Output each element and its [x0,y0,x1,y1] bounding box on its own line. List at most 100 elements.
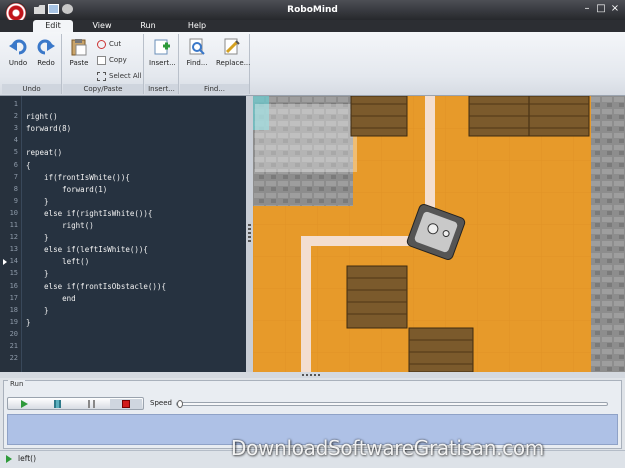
code-line[interactable]: forward(8) [26,124,71,133]
crate [408,327,474,372]
code-line[interactable]: else if(leftIsWhite()){ [26,245,148,254]
close-button[interactable]: × [609,3,621,15]
ribbon-tab-bar: Edit View Run Help [0,20,625,32]
code-line[interactable]: forward(1) [26,185,107,194]
find-icon [189,38,205,55]
speed-slider[interactable] [176,400,608,408]
step-button[interactable] [42,399,74,409]
code-line[interactable]: right() [26,112,58,121]
tab-edit[interactable]: Edit [33,20,73,32]
crate [346,265,408,329]
tab-help[interactable]: Help [177,20,217,32]
horizontal-splitter[interactable] [0,372,625,378]
group-label-insert: Insert... [145,84,178,94]
code-line[interactable]: repeat() [26,148,62,157]
code-line[interactable]: } [26,269,49,278]
pause-icon [88,400,95,408]
group-find: Find... Replace... Find... [180,34,250,94]
line-number: 7 [13,172,18,181]
redo-button[interactable]: Redo [33,36,59,74]
window-title: RoboMind [287,5,338,15]
splitter-grip [248,224,251,242]
code-line[interactable]: end [26,294,76,303]
code-line[interactable]: } [26,197,49,206]
code-line[interactable]: left() [26,257,89,266]
group-label-copy-paste: Copy/Paste [63,84,143,94]
select-all-button[interactable]: Select All [97,70,142,82]
code-line[interactable]: } [26,318,31,327]
line-number: 12 [9,233,18,242]
code-line[interactable]: } [26,233,49,242]
stone-wall-right [591,96,625,372]
select-all-label: Select All [109,72,142,80]
insert-button[interactable]: Insert... [149,36,176,74]
speed-slider-thumb[interactable] [177,400,183,408]
copy-label: Copy [109,56,127,64]
code-line[interactable]: if(frontIsWhite()){ [26,173,130,182]
find-label: Find... [186,59,208,67]
line-number: 22 [9,354,18,363]
speed-label: Speed [150,399,172,407]
line-number: 9 [13,196,18,205]
line-number: 13 [9,245,18,254]
group-insert: Insert... Insert... [145,34,179,94]
replace-button[interactable]: Replace... [216,36,250,74]
line-number: 10 [9,208,18,217]
line-number: 6 [13,160,18,169]
ribbon: Undo Redo Undo Paste Cut Copy Select All… [0,32,625,96]
undo-button[interactable]: Undo [5,36,31,74]
group-label-undo: Undo [2,84,61,94]
minimize-button[interactable]: – [581,3,593,15]
code-line[interactable]: else if(frontIsObstacle()){ [26,282,166,291]
group-undo: Undo Redo Undo [2,34,62,94]
step-icon [54,400,61,408]
code-line[interactable]: right() [26,221,94,230]
vertical-splitter[interactable] [246,96,253,372]
line-number: 4 [13,136,18,145]
code-editor[interactable]: 1 2 3 4 5 6 7 8 9 10 11 12 13 14 15 16 17 18 19 20 21 22 righ… [0,96,246,372]
code-line[interactable]: else if(rightIsWhite()){ [26,209,152,218]
insert-label: Insert... [149,59,176,67]
tab-view[interactable]: View [82,20,122,32]
cut-label: Cut [109,40,122,48]
run-panel-title: Run [8,380,26,388]
stop-icon [122,400,130,408]
title-bar: RoboMind – □ × [0,0,625,24]
current-line-marker [3,259,7,265]
copy-button[interactable]: Copy [97,54,127,66]
robot-map-view[interactable] [253,96,625,372]
map-canvas [253,96,625,372]
stop-button[interactable] [110,399,142,409]
pause-button[interactable] [76,399,108,409]
code-line[interactable]: { [26,161,31,170]
watermark: DownloadSoftwareGratisan.com [231,436,544,460]
line-number: 19 [9,317,18,326]
splitter-grip [302,374,322,376]
find-button[interactable]: Find... [184,36,210,74]
run-controls [7,397,144,410]
code-line[interactable]: } [26,306,49,315]
line-number: 11 [9,221,18,229]
undo-label: Undo [8,59,28,67]
tab-run[interactable]: Run [128,20,168,32]
paste-icon [71,39,87,56]
line-number: 15 [9,269,18,278]
line-number: 3 [13,124,18,133]
maximize-button[interactable]: □ [595,3,607,15]
line-number: 2 [13,112,18,121]
insert-icon [154,39,170,55]
group-copy-paste: Paste Cut Copy Select All Copy/Paste [63,34,144,94]
line-number: 5 [13,148,18,157]
cut-button[interactable]: Cut [97,38,121,50]
paste-label: Paste [69,59,89,67]
line-number: 17 [9,293,18,302]
play-button[interactable] [9,399,41,409]
run-status-icon [6,455,12,463]
line-number: 16 [9,281,18,290]
status-text: left() [18,454,36,463]
select-all-icon [97,71,106,81]
paste-button[interactable]: Paste [66,36,92,74]
redo-label: Redo [37,59,55,67]
replace-icon [224,38,240,55]
line-number: 21 [9,342,18,350]
